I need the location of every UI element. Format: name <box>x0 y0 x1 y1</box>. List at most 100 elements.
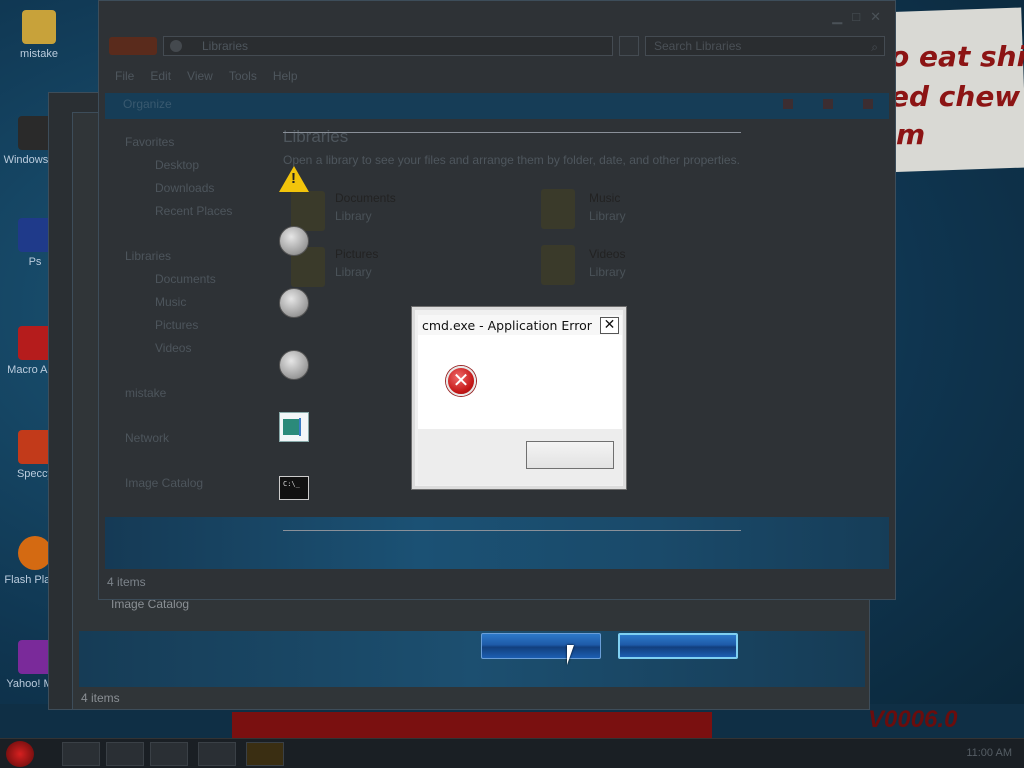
nav-favorites[interactable]: Favorites <box>119 131 289 154</box>
desktop-icon-mistake[interactable]: mistake <box>4 10 74 60</box>
mouse-cursor <box>567 645 574 665</box>
error-dialog: cmd.exe - Application Error ✕ ✕ <box>411 306 627 490</box>
command-prompt-icon: C:\_ <box>279 476 309 500</box>
organize-button[interactable]: Organize <box>123 97 172 111</box>
library-name: Pictures <box>335 247 379 261</box>
library-videos[interactable]: Videos Library <box>589 245 626 281</box>
trash-icon <box>18 116 52 150</box>
disc-icon <box>279 226 309 256</box>
separator-top <box>283 132 741 133</box>
desktop-icon-label: mistake <box>20 48 58 60</box>
status-bar-text: 4 items <box>81 691 120 705</box>
library-documents[interactable]: Documents Library <box>335 189 396 225</box>
help-icon[interactable] <box>863 99 873 109</box>
desktop-icon-label: Ps <box>28 256 42 268</box>
nav-libraries[interactable]: Libraries <box>119 245 289 268</box>
minimize-icon[interactable]: ▁ <box>832 9 842 25</box>
start-button[interactable] <box>6 741 34 767</box>
library-kind: Library <box>589 265 626 279</box>
dialog-title-bar[interactable]: cmd.exe - Application Error <box>418 315 622 335</box>
nav-item-videos[interactable]: Videos <box>119 337 289 360</box>
library-kind: Library <box>335 209 372 223</box>
system-tray-clock[interactable]: 11:00 AM <box>966 747 1012 759</box>
flash-icon <box>18 536 52 570</box>
library-name: Music <box>589 191 621 205</box>
wallpaper-red-band <box>232 712 712 740</box>
library-music[interactable]: Music Library <box>589 189 626 225</box>
dialog-ok-button[interactable] <box>526 441 614 469</box>
menu-file[interactable]: File <box>115 69 134 83</box>
menu-bar: File Edit View Tools Help <box>115 69 298 83</box>
command-bar: Organize <box>105 93 889 119</box>
address-text: Libraries <box>202 39 249 53</box>
wallpaper-text-3: m <box>896 118 926 151</box>
search-placeholder: Search Libraries <box>654 39 742 53</box>
music-library-icon <box>541 189 575 229</box>
taskbar-item-cmd[interactable] <box>150 742 188 766</box>
taskbar-item-explorer[interactable] <box>62 742 100 766</box>
library-kind: Library <box>589 209 626 223</box>
status-bar-text: 4 items <box>107 575 146 589</box>
taskbar-item-warning[interactable] <box>246 742 284 766</box>
menu-view[interactable]: View <box>187 69 213 83</box>
nav-item-recent-places[interactable]: Recent Places <box>119 200 289 223</box>
app-icon <box>18 430 52 464</box>
close-icon[interactable]: ✕ <box>870 9 881 25</box>
back-forward-buttons[interactable] <box>109 37 157 55</box>
content-title: Libraries <box>283 127 349 146</box>
menu-help[interactable]: Help <box>273 69 298 83</box>
window-controls: ▁ □ ✕ <box>832 9 881 25</box>
preview-pane-icon[interactable] <box>823 99 833 109</box>
search-icon: ⌕ <box>871 40 878 54</box>
view-options-icon[interactable] <box>783 99 793 109</box>
wallpaper-text-2: ed chew <box>890 80 1021 113</box>
separator-bottom <box>283 530 741 531</box>
wallpaper-code: V0006.0 <box>868 706 958 733</box>
videos-library-icon <box>541 245 575 285</box>
details-ribbon <box>79 631 865 687</box>
menu-edit[interactable]: Edit <box>150 69 171 83</box>
nav-item-desktop[interactable]: Desktop <box>119 154 289 177</box>
photoshop-icon <box>18 218 52 252</box>
disc-icon <box>279 350 309 380</box>
nav-item-music[interactable]: Music <box>119 291 289 314</box>
address-row: Libraries Search Libraries ⌕ <box>109 35 885 57</box>
refresh-button[interactable] <box>619 36 639 56</box>
address-orb-icon <box>170 40 182 52</box>
document-icon <box>279 412 309 442</box>
nav-item-downloads[interactable]: Downloads <box>119 177 289 200</box>
library-kind: Library <box>335 265 372 279</box>
secondary-button[interactable] <box>618 633 738 659</box>
dialog-close-button[interactable]: ✕ <box>600 317 619 334</box>
content-pane: Libraries Open a library to see your fil… <box>283 127 883 167</box>
warning-mark: ! <box>291 170 296 187</box>
nav-network[interactable]: Network <box>119 427 289 450</box>
details-ribbon <box>105 517 889 569</box>
folder-icon <box>22 10 56 44</box>
disc-icon <box>279 288 309 318</box>
library-name: Documents <box>335 191 396 205</box>
wallpaper-text-1: o eat shi <box>890 40 1024 73</box>
menu-tools[interactable]: Tools <box>229 69 257 83</box>
acrobat-icon <box>18 326 52 360</box>
title-bar[interactable] <box>99 1 895 31</box>
explorer-window[interactable]: ▁ □ ✕ Libraries Search Libraries ⌕ File … <box>98 0 896 600</box>
maximize-icon[interactable]: □ <box>852 9 860 25</box>
documents-library-icon <box>291 191 325 231</box>
error-icon: ✕ <box>446 366 476 396</box>
content-subtitle: Open a library to see your files and arr… <box>283 153 740 167</box>
taskbar-item-app[interactable] <box>106 742 144 766</box>
search-input[interactable]: Search Libraries ⌕ <box>645 36 885 56</box>
dialog-title: cmd.exe - Application Error <box>422 318 592 333</box>
nav-item-documents[interactable]: Documents <box>119 268 289 291</box>
nav-image-catalog[interactable]: Image Catalog <box>119 472 289 495</box>
library-pictures[interactable]: Pictures Library <box>335 245 378 281</box>
yahoo-icon <box>18 640 52 674</box>
address-bar[interactable]: Libraries <box>163 36 613 56</box>
primary-button[interactable] <box>481 633 601 659</box>
taskbar-item-media[interactable] <box>198 742 236 766</box>
nav-homegroup[interactable]: mistake <box>119 382 289 405</box>
taskbar: 11:00 AM <box>0 738 1024 768</box>
view-controls <box>783 99 873 109</box>
nav-item-pictures[interactable]: Pictures <box>119 314 289 337</box>
